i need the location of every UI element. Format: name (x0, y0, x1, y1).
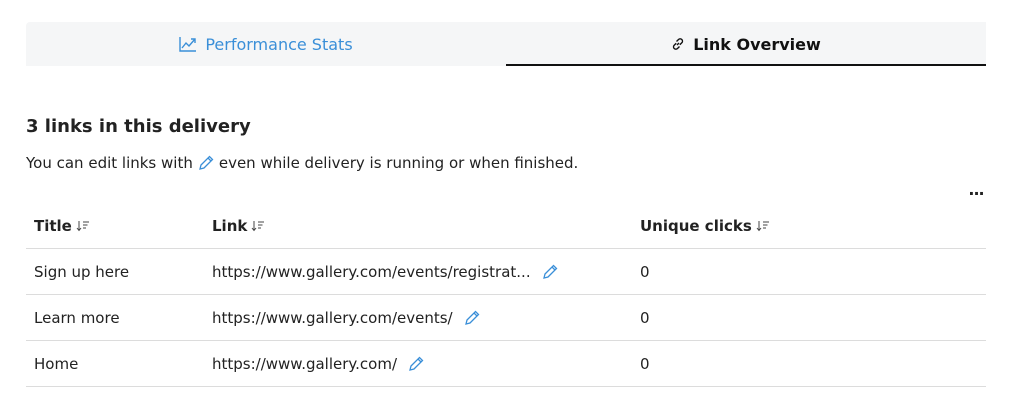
links-table: Title Link Unique clicks Sign up here ht… (26, 204, 986, 387)
page-title: 3 links in this delivery (26, 116, 251, 137)
table-row: Sign up here https://www.gallery.com/eve… (26, 249, 986, 295)
chart-line-icon (179, 36, 197, 52)
column-label: Unique clicks (640, 217, 752, 235)
edit-pencil-icon[interactable] (463, 309, 481, 327)
edit-hint: You can edit links with even while deliv… (26, 154, 578, 172)
column-label: Title (34, 217, 72, 235)
link-url: https://www.gallery.com/events/ (212, 308, 453, 327)
tab-label: Performance Stats (205, 34, 353, 54)
cell-link: https://www.gallery.com/ (204, 355, 632, 373)
column-header-unique-clicks[interactable]: Unique clicks (632, 217, 986, 235)
tab-label: Link Overview (693, 34, 821, 54)
sort-icon (76, 220, 90, 232)
cell-title: Home (34, 354, 79, 373)
edit-pencil-icon[interactable] (541, 263, 559, 281)
link-url: https://www.gallery.com/ (212, 354, 398, 373)
tab-link-overview[interactable]: Link Overview (506, 22, 986, 66)
table-row: Learn more https://www.gallery.com/event… (26, 295, 986, 341)
cell-title: Sign up here (34, 262, 130, 281)
cell-link: https://www.gallery.com/events/registrat… (204, 263, 632, 281)
table-header: Title Link Unique clicks (26, 204, 986, 249)
column-header-link[interactable]: Link (204, 217, 632, 235)
cell-unique-clicks: 0 (640, 262, 650, 281)
column-header-title[interactable]: Title (26, 217, 204, 235)
cell-link: https://www.gallery.com/events/ (204, 309, 632, 327)
column-label: Link (212, 217, 248, 235)
tab-bar: Performance Stats Link Overview (26, 22, 986, 66)
tab-performance-stats[interactable]: Performance Stats (26, 22, 506, 66)
sort-icon (756, 220, 770, 232)
pencil-icon (197, 154, 215, 172)
more-options-button[interactable]: ... (965, 180, 987, 200)
link-icon (671, 37, 685, 51)
edit-hint-after: even while delivery is running or when f… (218, 154, 579, 172)
cell-title: Learn more (34, 308, 120, 327)
sort-icon (251, 220, 265, 232)
edit-pencil-icon[interactable] (407, 355, 425, 373)
cell-unique-clicks: 0 (640, 354, 650, 373)
link-url: https://www.gallery.com/events/registrat… (212, 262, 531, 281)
table-row: Home https://www.gallery.com/ 0 (26, 341, 986, 387)
edit-hint-before: You can edit links with (26, 154, 193, 172)
cell-unique-clicks: 0 (640, 308, 650, 327)
